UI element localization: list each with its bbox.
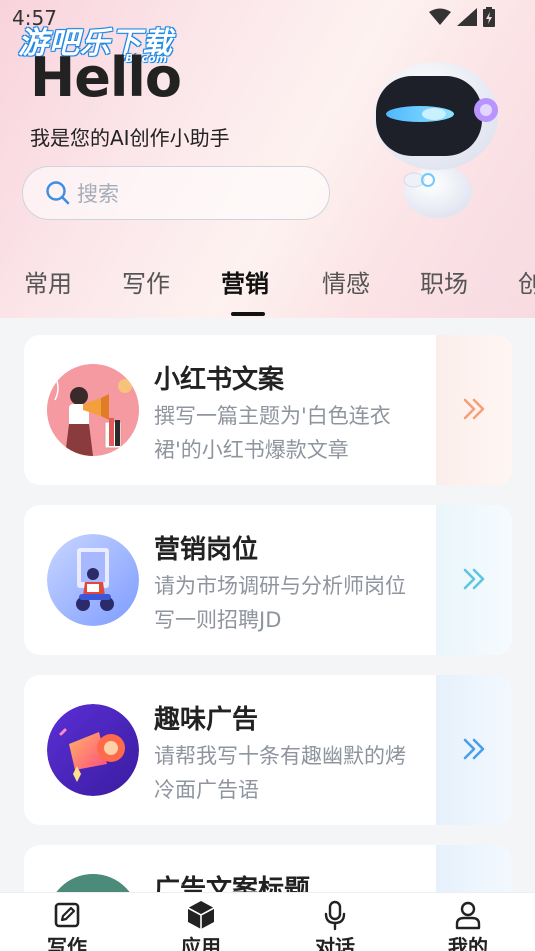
tab-creative[interactable]: 创: [518, 264, 535, 299]
card-action-area[interactable]: [436, 675, 512, 825]
tab-marketing[interactable]: 营销: [221, 264, 269, 299]
tab-workplace[interactable]: 职场: [420, 264, 468, 299]
card-title: 趣味广告: [154, 705, 259, 735]
card-thumbnail: [47, 704, 139, 796]
card-description: 撰写一篇主题为'白色连衣裙'的小红书爆款文章: [154, 404, 391, 462]
greeting-subtitle: 我是您的AI创作小助手: [30, 126, 230, 150]
person-icon: [455, 901, 481, 930]
card-thumbnail: [47, 364, 139, 456]
card-thumbnail: [47, 534, 139, 626]
greeting-title: Hello: [30, 46, 182, 109]
card-action-area[interactable]: [436, 335, 512, 485]
template-card[interactable]: 营销岗位 请为市场调研与分析师岗位写一则招聘JD: [24, 505, 512, 655]
nav-label: 我的: [448, 935, 488, 951]
tab-emotion[interactable]: 情感: [322, 264, 370, 299]
nav-item-chat[interactable]: 对话: [268, 893, 402, 951]
microphone-icon: [324, 900, 346, 931]
bottom-navigation: 写作 应用 对话 我的: [0, 892, 535, 951]
battery-icon: [483, 7, 495, 27]
double-chevron-right-icon: [463, 398, 485, 420]
cube-icon: [187, 901, 215, 929]
search-input[interactable]: 搜索: [22, 166, 330, 220]
template-card[interactable]: 小红书文案 撰写一篇主题为'白色连衣裙'的小红书爆款文章: [24, 335, 512, 485]
template-card[interactable]: 趣味广告 请帮我写十条有趣幽默的烤冷面广告语: [24, 675, 512, 825]
nav-item-writing[interactable]: 写作: [0, 893, 134, 951]
search-icon: [46, 181, 70, 205]
card-description: 请为市场调研与分析师岗位写一则招聘JD: [154, 574, 406, 632]
nav-label: 对话: [315, 935, 355, 951]
card-title: 营销岗位: [154, 535, 259, 565]
tab-common[interactable]: 常用: [24, 264, 72, 299]
double-chevron-right-icon: [463, 568, 485, 590]
woman-megaphone-illustration: [47, 364, 139, 456]
nav-label: 应用: [181, 935, 221, 951]
edit-icon: [54, 902, 80, 928]
card-action-area[interactable]: [436, 505, 512, 655]
speaker-ad-illustration: [47, 704, 139, 796]
card-title: 小红书文案: [154, 365, 285, 395]
signal-icon: [457, 8, 477, 26]
double-chevron-right-icon: [463, 738, 485, 760]
delivery-scooter-illustration: [47, 534, 139, 626]
wifi-icon: [429, 8, 451, 25]
status-icons: [429, 7, 495, 27]
nav-item-apps[interactable]: 应用: [134, 893, 268, 951]
nav-label: 写作: [47, 935, 87, 951]
category-tabs: 常用 写作 营销 情感 职场 创: [0, 258, 535, 318]
card-description: 请帮我写十条有趣幽默的烤冷面广告语: [154, 744, 406, 802]
nav-item-profile[interactable]: 我的: [401, 893, 535, 951]
active-tab-indicator: [231, 312, 265, 316]
tab-writing[interactable]: 写作: [122, 264, 170, 299]
search-placeholder: 搜索: [77, 182, 119, 206]
robot-mascot-illustration: [374, 62, 498, 218]
